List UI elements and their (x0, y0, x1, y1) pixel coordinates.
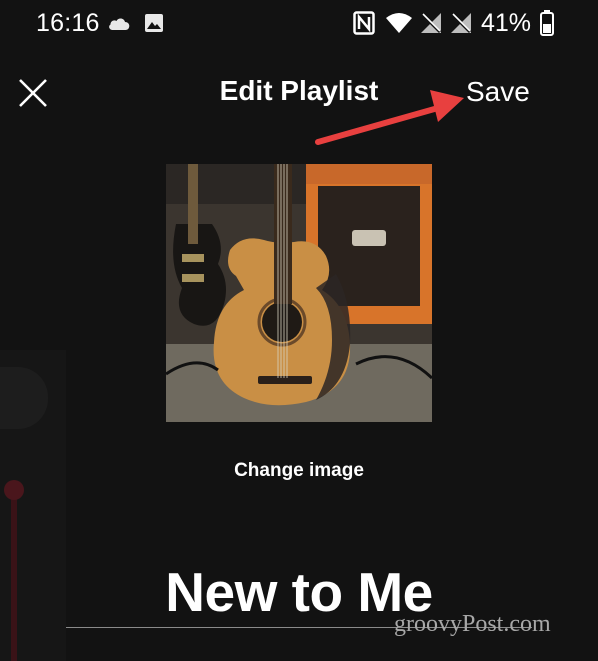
status-time: 16:16 (36, 9, 100, 37)
nfc-icon (353, 11, 375, 40)
battery-percent: 41% (481, 9, 532, 37)
background-slider-knob (4, 480, 24, 500)
guitar-photo-icon (166, 164, 432, 422)
change-image-button[interactable]: Change image (0, 460, 598, 482)
battery-icon (540, 10, 554, 41)
status-bar: 16:16 41% (0, 0, 598, 50)
no-signal-icon (420, 12, 442, 39)
image-icon (144, 13, 164, 38)
edit-playlist-screen: 16:16 41% Edit Playlist Save Change imag… (0, 0, 598, 661)
annotation-arrow-icon (315, 90, 464, 145)
cloud-icon (107, 15, 131, 36)
playlist-cover-image[interactable] (166, 164, 432, 422)
wifi-icon (385, 12, 413, 39)
watermark: groovyPost.com (394, 611, 551, 637)
save-button[interactable]: Save (466, 76, 530, 108)
no-signal-icon (450, 12, 472, 39)
